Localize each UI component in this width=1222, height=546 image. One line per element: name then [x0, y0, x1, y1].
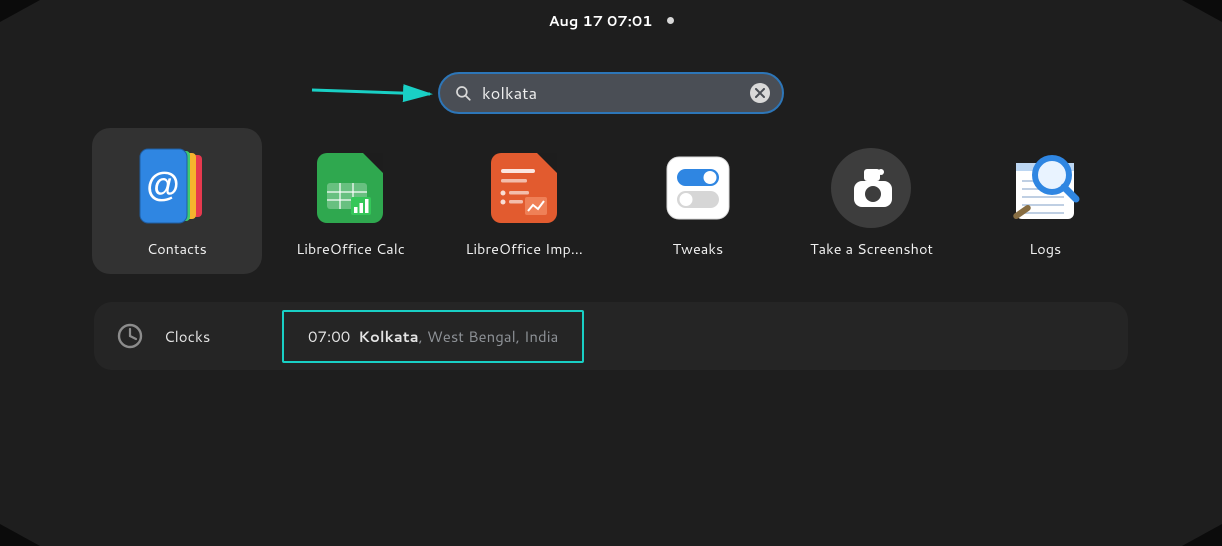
app-cell-libreoffice-calc[interactable]: LibreOffice Calc [266, 128, 436, 274]
app-cell-libreoffice-impress[interactable]: LibreOffice Imp… [439, 128, 609, 274]
backspace-x-icon [755, 88, 765, 98]
annotation-highlight: 07:00 Kolkata, West Bengal, India [282, 310, 584, 363]
clock-result-region: , West Bengal, India [419, 326, 559, 347]
provider-name: Clocks [164, 326, 210, 347]
app-cell-tweaks[interactable]: Tweaks [613, 128, 783, 274]
app-cell-take-screenshot[interactable]: Take a Screenshot [787, 128, 957, 274]
screenshot-icon [826, 143, 916, 233]
search-icon [454, 84, 472, 102]
app-label: Take a Screenshot [810, 238, 933, 259]
libreoffice-impress-icon [483, 147, 565, 229]
clock-result-item[interactable]: 07:00 Kolkata, West Bengal, India [296, 320, 570, 353]
app-label: Tweaks [672, 238, 723, 259]
app-results-row: @ Contacts LibreOffice Calc [92, 128, 1130, 274]
app-cell-logs[interactable]: Logs [960, 128, 1130, 274]
app-label: LibreOffice Imp… [465, 238, 583, 259]
search-row [0, 72, 1222, 114]
logs-icon [1002, 145, 1088, 231]
app-label: Logs [1029, 238, 1061, 259]
clear-search-button[interactable] [750, 83, 770, 103]
clock-result-city: Kolkata [358, 326, 418, 347]
app-label: Contacts [147, 238, 207, 259]
search-provider-clocks[interactable]: Clocks [116, 322, 296, 350]
contacts-icon: @ [135, 146, 219, 230]
top-bar: Aug 17 07:01 [0, 10, 1222, 31]
search-field[interactable] [438, 72, 784, 114]
search-input[interactable] [482, 82, 740, 105]
clocks-icon [116, 322, 144, 350]
svg-text:@: @ [146, 166, 179, 204]
clock-result-time: 07:00 [308, 326, 350, 347]
tweaks-icon [657, 147, 739, 229]
search-provider-panel: Clocks 07:00 Kolkata, West Bengal, India [94, 302, 1128, 370]
app-label: LibreOffice Calc [296, 238, 405, 259]
libreoffice-calc-icon [309, 147, 391, 229]
app-cell-contacts[interactable]: @ Contacts [92, 128, 262, 274]
clock-label[interactable]: Aug 17 07:01 [548, 10, 652, 31]
indicator-dot [667, 17, 674, 24]
